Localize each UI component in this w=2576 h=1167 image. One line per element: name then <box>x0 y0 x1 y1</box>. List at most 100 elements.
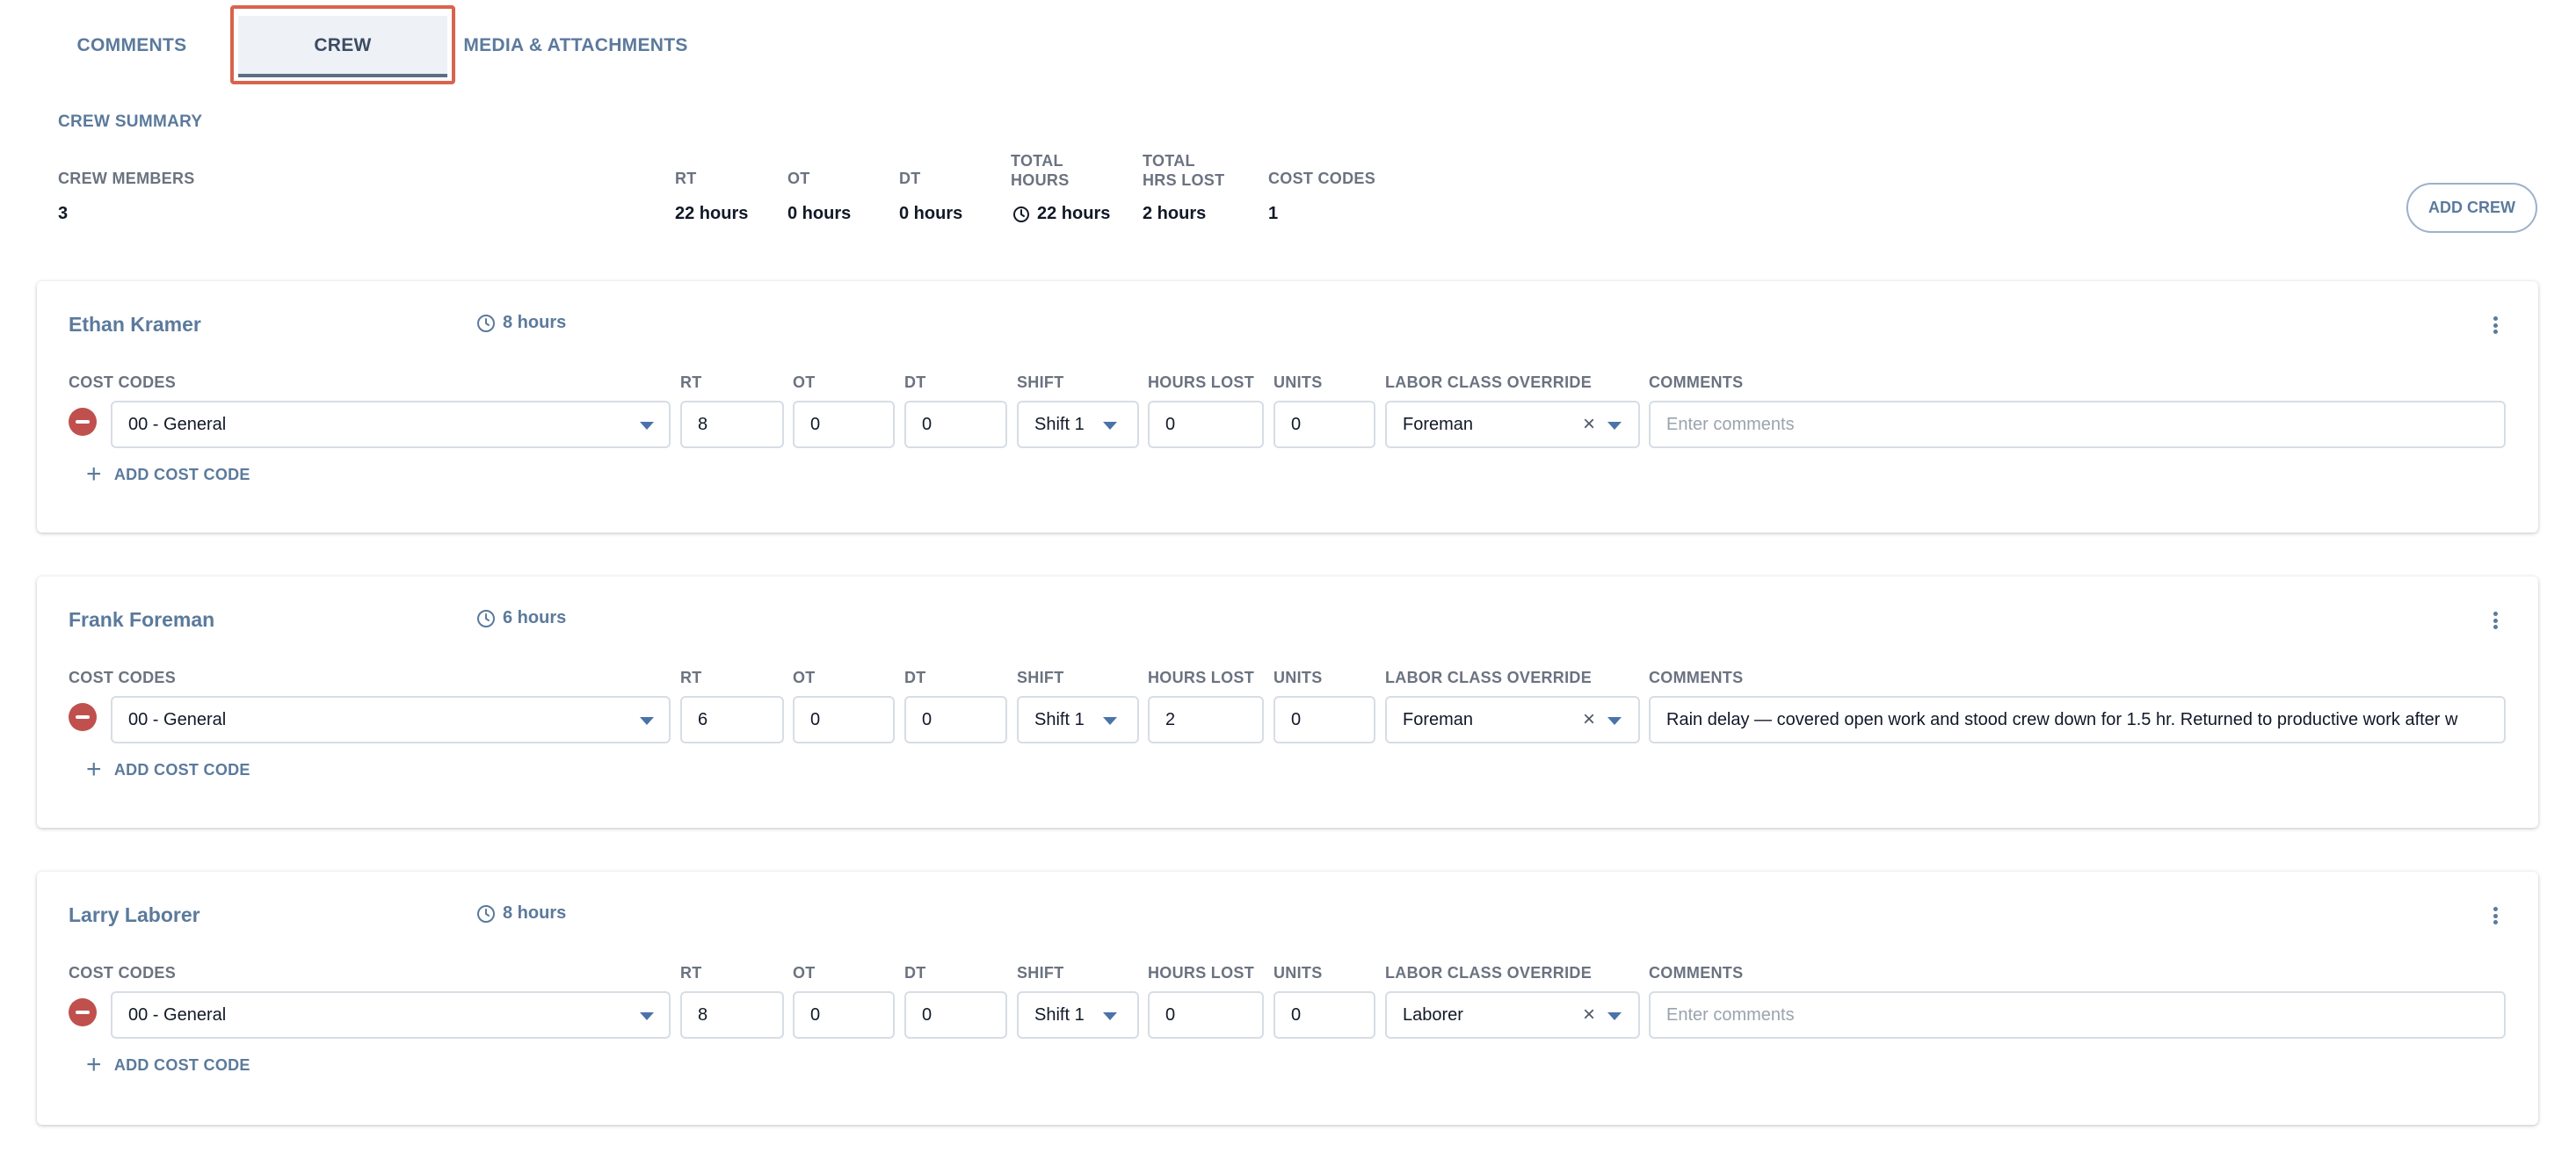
labor-class-select[interactable]: Laborer <box>1385 991 1640 1039</box>
crew-member-hours: 8 hours <box>476 903 566 924</box>
units-input[interactable]: 0 <box>1273 401 1375 448</box>
add-crew-button[interactable]: ADD CREW <box>2406 183 2537 233</box>
rt-value: 22 hours <box>675 204 749 223</box>
cost-codes-column-label: COST CODES <box>69 669 177 686</box>
chevron-down-icon <box>1607 422 1622 430</box>
shift-column-label: SHIFT <box>1017 373 1064 391</box>
clear-icon[interactable]: × <box>1583 414 1595 435</box>
labor-class-column-label: LABOR CLASS OVERRIDE <box>1385 964 1593 982</box>
rt-column-label: RT <box>680 964 702 982</box>
crew-member-hours: 8 hours <box>476 313 566 333</box>
clock-icon <box>477 314 495 332</box>
units-column-label: UNITS <box>1273 669 1323 686</box>
units-column-label: UNITS <box>1273 964 1323 982</box>
hours-lost-column-label: HOURS LOST <box>1148 964 1255 982</box>
rt-column-label: RT <box>680 373 702 391</box>
chevron-down-icon <box>1607 1012 1622 1020</box>
hours-lost-input[interactable]: 2 <box>1148 696 1264 743</box>
dt-input[interactable]: 0 <box>904 401 1007 448</box>
ot-input[interactable]: 0 <box>793 991 895 1039</box>
total-hrs-lost-label: TOTAL HRS LOST <box>1143 152 1225 189</box>
cost-code-select[interactable]: 00 - General <box>111 991 671 1039</box>
remove-cost-code-icon[interactable] <box>69 703 97 731</box>
dt-value: 0 hours <box>899 204 963 223</box>
chevron-down-icon <box>640 717 654 725</box>
cost-codes-column-label: COST CODES <box>69 373 177 391</box>
chevron-down-icon <box>1103 717 1117 725</box>
total-hrs-lost-value: 2 hours <box>1143 204 1207 223</box>
crew-card: Larry Laborer 8 hours COST CODES RT OT D… <box>37 872 2538 1125</box>
cost-code-select[interactable]: 00 - General <box>111 401 671 448</box>
chevron-down-icon <box>1607 717 1622 725</box>
add-cost-code-button[interactable]: + ADD COST CODE <box>86 757 250 783</box>
tab-comments[interactable]: COMMENTS <box>58 19 206 72</box>
hours-lost-input[interactable]: 0 <box>1148 401 1264 448</box>
comments-column-label: COMMENTS <box>1649 373 1744 391</box>
add-cost-code-button[interactable]: + ADD COST CODE <box>86 1052 250 1078</box>
labor-class-select[interactable]: Foreman <box>1385 696 1640 743</box>
tab-media-attachments[interactable]: MEDIA & ATTACHMENTS <box>461 19 691 72</box>
more-options-icon[interactable] <box>2489 903 2501 928</box>
shift-select[interactable]: Shift 1 <box>1017 696 1139 743</box>
units-input[interactable]: 0 <box>1273 991 1375 1039</box>
hours-lost-input[interactable]: 0 <box>1148 991 1264 1039</box>
ot-column-label: OT <box>793 373 816 391</box>
comments-input[interactable]: Rain delay — covered open work and stood… <box>1649 696 2506 743</box>
shift-select[interactable]: Shift 1 <box>1017 991 1139 1039</box>
ot-column-label: OT <box>793 669 816 686</box>
rt-input[interactable]: 8 <box>680 991 784 1039</box>
crew-member-name: Frank Foreman <box>69 608 215 631</box>
comments-input[interactable]: Enter comments <box>1649 991 2506 1039</box>
dt-column-label: DT <box>904 373 926 391</box>
add-cost-code-button[interactable]: + ADD COST CODE <box>86 461 250 488</box>
more-options-icon[interactable] <box>2489 313 2501 337</box>
ot-input[interactable]: 0 <box>793 696 895 743</box>
chevron-down-icon <box>1103 422 1117 430</box>
rt-input[interactable]: 8 <box>680 401 784 448</box>
hours-lost-column-label: HOURS LOST <box>1148 373 1255 391</box>
shift-column-label: SHIFT <box>1017 669 1064 686</box>
plus-icon: + <box>86 1050 102 1079</box>
rt-input[interactable]: 6 <box>680 696 784 743</box>
comments-input[interactable]: Enter comments <box>1649 401 2506 448</box>
dt-column-label: DT <box>904 964 926 982</box>
clear-icon[interactable]: × <box>1583 709 1595 730</box>
ot-input[interactable]: 0 <box>793 401 895 448</box>
crew-card: Frank Foreman 6 hours COST CODES RT OT D… <box>37 576 2538 828</box>
cost-codes-column-label: COST CODES <box>69 964 177 982</box>
crew-member-hours: 6 hours <box>476 608 566 628</box>
crew-member-name: Ethan Kramer <box>69 313 201 336</box>
chevron-down-icon <box>640 1012 654 1020</box>
dt-input[interactable]: 0 <box>904 696 1007 743</box>
dt-label: DT <box>899 170 921 187</box>
cost-code-select[interactable]: 00 - General <box>111 696 671 743</box>
comments-column-label: COMMENTS <box>1649 964 1744 982</box>
total-hours-value: 22 hours <box>1012 204 1110 224</box>
ot-value: 0 hours <box>787 204 852 223</box>
comments-column-label: COMMENTS <box>1649 669 1744 686</box>
clear-icon[interactable]: × <box>1583 1004 1595 1026</box>
clock-icon <box>1013 206 1029 222</box>
more-options-icon[interactable] <box>2489 608 2501 633</box>
clock-icon <box>477 609 495 627</box>
total-hours-label: TOTAL HOURS <box>1011 152 1070 189</box>
labor-class-column-label: LABOR CLASS OVERRIDE <box>1385 373 1593 391</box>
units-input[interactable]: 0 <box>1273 696 1375 743</box>
cost-codes-label: COST CODES <box>1268 170 1376 187</box>
crew-member-name: Larry Laborer <box>69 903 200 926</box>
remove-cost-code-icon[interactable] <box>69 998 97 1026</box>
labor-class-select[interactable]: Foreman <box>1385 401 1640 448</box>
plus-icon: + <box>86 755 102 784</box>
tab-crew[interactable]: CREW <box>238 19 447 72</box>
ot-label: OT <box>787 170 810 187</box>
dt-input[interactable]: 0 <box>904 991 1007 1039</box>
remove-cost-code-icon[interactable] <box>69 408 97 436</box>
cost-codes-value: 1 <box>1268 204 1279 223</box>
shift-select[interactable]: Shift 1 <box>1017 401 1139 448</box>
crew-summary-title: CREW SUMMARY <box>58 112 203 131</box>
ot-column-label: OT <box>793 964 816 982</box>
units-column-label: UNITS <box>1273 373 1323 391</box>
shift-column-label: SHIFT <box>1017 964 1064 982</box>
clock-icon <box>477 904 495 923</box>
plus-icon: + <box>86 460 102 489</box>
